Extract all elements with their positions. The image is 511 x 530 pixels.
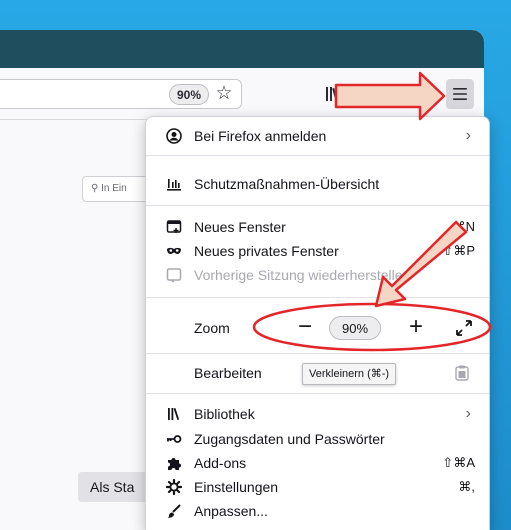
new-window-icon — [166, 219, 182, 235]
menu-item-label: Neues privates Fenster — [194, 243, 339, 259]
shortcut-label: ⇧⌘A — [442, 455, 475, 470]
menu-item-restore-session[interactable]: Vorherige Sitzung wiederherstellen — [146, 263, 489, 287]
menu-item-label: Anpassen... — [194, 503, 268, 519]
menu-item-label: Add-ons — [194, 455, 247, 471]
shortcut-label: ⌘N — [452, 219, 475, 234]
menu-item-label: Neues Fenster — [194, 219, 286, 235]
menu-item-sign-in[interactable]: Bei Firefox anmelden › — [146, 124, 489, 148]
bookmark-star-icon[interactable]: ☆ — [213, 83, 235, 105]
title-bar — [0, 30, 484, 68]
search-input[interactable]: ⚲ In Ein — [82, 176, 152, 202]
fullscreen-icon[interactable] — [455, 319, 473, 337]
menu-separator — [146, 393, 489, 394]
search-icon: ⚲ — [91, 183, 102, 194]
gear-icon — [166, 479, 182, 495]
private-mask-icon — [166, 243, 182, 259]
menu-item-protections[interactable]: Schutzmaßnahmen-Übersicht — [146, 172, 489, 196]
menu-item-label: Einstellungen — [194, 479, 279, 495]
zoom-reset-button[interactable]: 90% — [329, 316, 381, 340]
menu-item-new-window[interactable]: Neues Fenster ⌘N — [146, 215, 489, 239]
shortcut-label: ⌘, — [458, 479, 475, 494]
zoom-in-button[interactable]: + — [403, 315, 429, 341]
zoom-reset-badge[interactable]: 90% — [169, 84, 209, 105]
menu-item-label: Bei Firefox anmelden — [194, 128, 327, 144]
app-menu-panel: Bei Firefox anmelden › Schutzmaßnahmen-Ü… — [145, 116, 490, 530]
paste-icon[interactable] — [455, 365, 469, 381]
menu-item-library[interactable]: Bibliothek › — [146, 402, 489, 426]
search-placeholder: In Ein — [101, 183, 127, 194]
menu-separator — [146, 353, 489, 354]
menu-item-label: Zugangsdaten und Passwörter — [194, 431, 385, 447]
menu-item-label: Vorherige Sitzung wiederherstellen — [194, 267, 411, 283]
account-icon — [166, 128, 182, 144]
menu-separator — [146, 205, 489, 206]
menu-separator — [146, 297, 489, 298]
app-menu-button[interactable] — [446, 79, 474, 109]
puzzle-icon — [166, 455, 182, 471]
chevron-right-icon: › — [465, 127, 471, 144]
menu-separator — [146, 155, 489, 156]
restore-session-icon — [166, 267, 182, 283]
menu-item-label: Bibliothek — [194, 406, 255, 422]
menu-item-logins[interactable]: Zugangsdaten und Passwörter — [146, 427, 489, 451]
zoom-out-tooltip: Verkleinern (⌘-) — [302, 363, 397, 385]
menu-item-private-window[interactable]: Neues privates Fenster ⇧⌘P — [146, 239, 489, 263]
edit-label: Bearbeiten — [194, 365, 262, 381]
zoom-out-button[interactable]: − — [292, 315, 318, 341]
menu-item-addons[interactable]: Add-ons ⇧⌘A — [146, 451, 489, 475]
hamburger-icon — [453, 88, 467, 100]
protections-icon — [166, 176, 182, 192]
menu-item-settings[interactable]: Einstellungen ⌘, — [146, 475, 489, 499]
chevron-right-icon: › — [465, 405, 471, 422]
zoom-label: Zoom — [194, 320, 230, 336]
library-icon — [166, 406, 182, 422]
brush-icon — [166, 503, 182, 519]
key-icon — [166, 431, 182, 447]
shortcut-label: ⇧⌘P — [442, 243, 475, 258]
navigation-toolbar: 90% ☆ — [0, 68, 484, 120]
zoom-controls: Zoom − 90% + — [146, 315, 489, 341]
url-bar[interactable]: 90% ☆ — [0, 79, 242, 109]
menu-item-label: Schutzmaßnahmen-Übersicht — [194, 176, 380, 192]
menu-item-customize[interactable]: Anpassen... — [146, 499, 489, 523]
library-icon[interactable] — [324, 85, 342, 103]
